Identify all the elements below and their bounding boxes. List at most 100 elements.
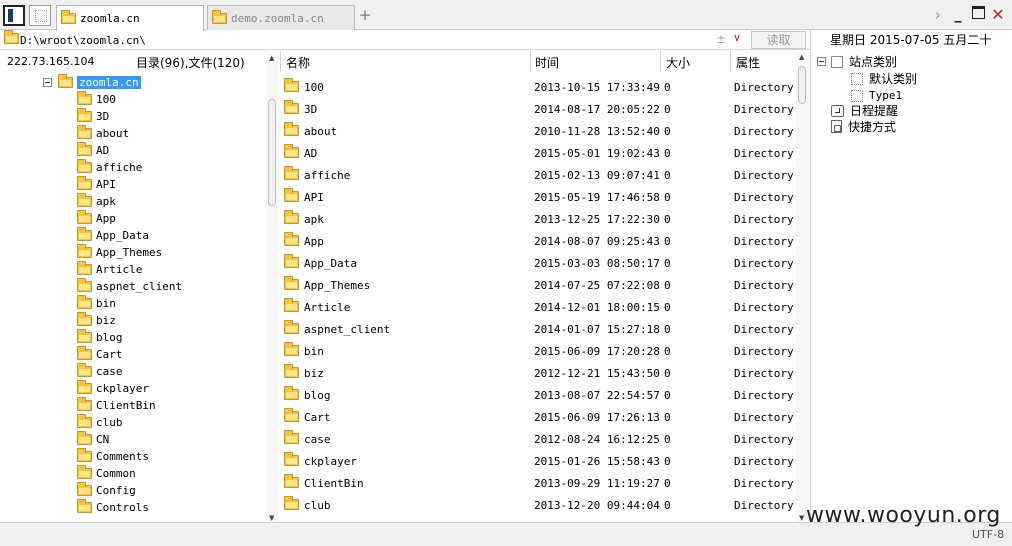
file-time: 2015-06-09 17:26:13 bbox=[534, 411, 660, 424]
scroll-up-icon[interactable]: ▲ bbox=[269, 54, 274, 62]
file-attr: Directory bbox=[734, 455, 794, 468]
folder-icon bbox=[77, 159, 92, 173]
tree-root[interactable]: zoomla.cn bbox=[58, 74, 141, 91]
file-size: 0 bbox=[664, 169, 671, 182]
collapse-icon[interactable] bbox=[817, 57, 826, 66]
tree-item[interactable]: API bbox=[77, 176, 116, 193]
collapse-icon[interactable] bbox=[43, 78, 52, 87]
tree-item[interactable]: biz bbox=[77, 312, 116, 329]
site-category-node[interactable]: 站点类别 bbox=[831, 53, 897, 70]
table-row[interactable]: affiche 2015-02-13 09:07:41 0 Directory bbox=[281, 164, 795, 186]
table-row[interactable]: ckplayer 2015-01-26 15:58:43 0 Directory bbox=[281, 450, 795, 472]
scroll-down-icon[interactable]: ▼ bbox=[799, 514, 804, 522]
tree-item[interactable]: Common bbox=[77, 465, 136, 482]
tree-item[interactable]: Controls bbox=[77, 499, 149, 516]
table-row[interactable]: case 2012-08-24 16:12:25 0 Directory bbox=[281, 428, 795, 450]
tree-item[interactable]: App_Data bbox=[77, 227, 149, 244]
folder-icon bbox=[77, 244, 92, 258]
tree-scrollbar[interactable]: ▲ ▼ bbox=[266, 54, 279, 522]
folder-icon bbox=[77, 210, 92, 224]
column-header-size[interactable]: 大小 bbox=[666, 54, 690, 71]
tree-item-label: 3D bbox=[96, 110, 110, 123]
tree-item-label: case bbox=[96, 365, 123, 378]
folder-icon bbox=[284, 452, 299, 466]
category-icon bbox=[851, 72, 863, 85]
tree-item[interactable]: Config bbox=[77, 482, 136, 499]
table-row[interactable]: App_Themes 2014-07-25 07:22:08 0 Directory bbox=[281, 274, 795, 296]
table-row[interactable]: bin 2015-06-09 17:20:28 0 Directory bbox=[281, 340, 795, 362]
tree-item-label: bin bbox=[96, 297, 116, 310]
column-header-name[interactable]: 名称 bbox=[286, 54, 310, 71]
add-tab-icon[interactable]: + bbox=[358, 7, 372, 23]
tree-item[interactable]: App_Themes bbox=[77, 244, 162, 261]
tree-item[interactable]: ckplayer bbox=[77, 380, 149, 397]
tree-item[interactable]: ClientBin bbox=[77, 397, 156, 414]
schedule-node[interactable]: 日程提醒 bbox=[831, 102, 898, 119]
folder-icon bbox=[77, 448, 92, 462]
table-row[interactable]: Article 2014-12-01 18:00:15 0 Directory bbox=[281, 296, 795, 318]
tree-item[interactable]: 3D bbox=[77, 108, 109, 125]
file-time: 2013-09-29 11:19:27 bbox=[534, 477, 660, 490]
tree-item[interactable]: CN bbox=[77, 431, 109, 448]
folder-icon bbox=[77, 431, 92, 445]
shortcut-node[interactable]: 快捷方式 bbox=[831, 118, 896, 135]
table-row[interactable]: API 2015-05-19 17:46:58 0 Directory bbox=[281, 186, 795, 208]
tree-item-label: ckplayer bbox=[96, 382, 149, 395]
tab-demo-zoomla[interactable]: demo.zoomla.cn bbox=[207, 5, 355, 30]
table-row[interactable]: ClientBin 2013-09-29 11:19:27 0 Directory bbox=[281, 472, 795, 494]
panel-toggle-button[interactable] bbox=[3, 5, 25, 26]
tree-item[interactable]: Article bbox=[77, 261, 142, 278]
read-button[interactable]: 读取 bbox=[751, 31, 806, 49]
tree-item[interactable]: AD bbox=[77, 142, 109, 159]
file-size: 0 bbox=[664, 213, 671, 226]
close-icon[interactable]: ✕ bbox=[988, 6, 1008, 23]
file-name: biz bbox=[304, 367, 324, 380]
file-size: 0 bbox=[664, 257, 671, 270]
tree-item[interactable]: App bbox=[77, 210, 116, 227]
tree-item[interactable]: about bbox=[77, 125, 129, 142]
folder-icon bbox=[58, 74, 73, 88]
tree-item[interactable]: blog bbox=[77, 329, 123, 346]
column-header-attr[interactable]: 属性 bbox=[736, 54, 760, 71]
chevron-right-icon[interactable]: › bbox=[928, 6, 948, 23]
tree-item[interactable]: aspnet_client bbox=[77, 278, 182, 295]
minimize-icon[interactable]: _ bbox=[948, 7, 968, 23]
table-row[interactable]: 100 2013-10-15 17:33:49 0 Directory bbox=[281, 76, 795, 98]
file-scrollbar[interactable]: ▲ ▼ bbox=[796, 52, 809, 522]
maximize-icon[interactable] bbox=[968, 6, 988, 23]
table-row[interactable]: biz 2012-12-21 15:43:50 0 Directory bbox=[281, 362, 795, 384]
table-row[interactable]: AD 2015-05-01 19:02:43 0 Directory bbox=[281, 142, 795, 164]
table-row[interactable]: blog 2013-08-07 22:54:57 0 Directory bbox=[281, 384, 795, 406]
plus-minus-icon[interactable]: ± bbox=[716, 32, 726, 46]
file-time: 2015-02-13 09:07:41 bbox=[534, 169, 660, 182]
table-row[interactable]: 3D 2014-08-17 20:05:22 0 Directory bbox=[281, 98, 795, 120]
file-size: 0 bbox=[664, 125, 671, 138]
file-scroll-thumb[interactable] bbox=[798, 66, 806, 104]
table-row[interactable]: aspnet_client 2014-01-07 15:27:18 0 Directo… bbox=[281, 318, 795, 340]
tree-item[interactable]: club bbox=[77, 414, 123, 431]
tree-item[interactable]: bin bbox=[77, 295, 116, 312]
folder-icon bbox=[77, 482, 92, 496]
table-row[interactable]: club 2013-12-20 09:44:04 0 Directory bbox=[281, 494, 795, 516]
table-row[interactable]: App_Data 2015-03-03 08:50:17 0 Directory bbox=[281, 252, 795, 274]
tree-item[interactable]: apk bbox=[77, 193, 116, 210]
column-header-time[interactable]: 时间 bbox=[535, 54, 559, 71]
chevron-down-icon[interactable]: ∨ bbox=[733, 31, 741, 44]
tree-item[interactable]: 100 bbox=[77, 91, 116, 108]
scroll-down-icon[interactable]: ▼ bbox=[269, 514, 274, 522]
scroll-up-icon[interactable]: ▲ bbox=[799, 53, 804, 61]
tree-item[interactable]: Comments bbox=[77, 448, 149, 465]
tree-item[interactable]: Cart bbox=[77, 346, 123, 363]
table-row[interactable]: App 2014-08-07 09:25:43 0 Directory bbox=[281, 230, 795, 252]
table-row[interactable]: apk 2013-12-25 17:22:30 0 Directory bbox=[281, 208, 795, 230]
tree-item[interactable]: case bbox=[77, 363, 123, 380]
tab-zoomla[interactable]: zoomla.cn bbox=[56, 5, 204, 31]
default-category-node[interactable]: 默认类别 bbox=[851, 70, 917, 87]
table-row[interactable]: Cart 2015-06-09 17:26:13 0 Directory bbox=[281, 406, 795, 428]
tree-item[interactable]: affiche bbox=[77, 159, 142, 176]
blank-tab-button[interactable] bbox=[29, 5, 51, 26]
address-input[interactable] bbox=[20, 32, 710, 48]
tree-scroll-thumb[interactable] bbox=[268, 99, 276, 206]
table-row[interactable]: about 2010-11-28 13:52:40 0 Directory bbox=[281, 120, 795, 142]
file-time: 2014-01-07 15:27:18 bbox=[534, 323, 660, 336]
